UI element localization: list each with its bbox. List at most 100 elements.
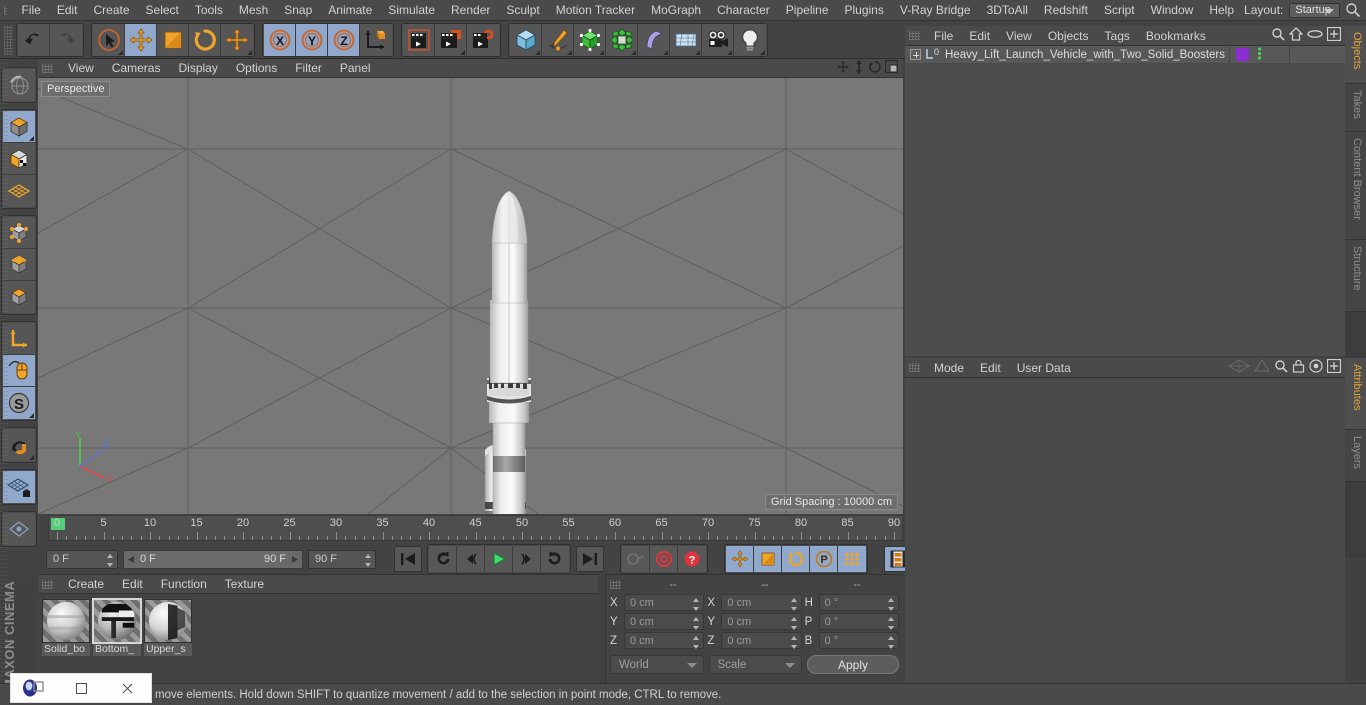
tab-content-browser[interactable]: Content Browser bbox=[1345, 132, 1366, 240]
y-axis-icon[interactable]: Y bbox=[296, 23, 328, 56]
max-frame-field[interactable]: 90 F bbox=[308, 549, 376, 569]
viewport-grip[interactable] bbox=[42, 63, 53, 73]
menu-item-view[interactable]: View bbox=[998, 26, 1040, 46]
material-item[interactable]: Solid_bo bbox=[42, 599, 90, 656]
points-tag-icon[interactable] bbox=[1255, 46, 1264, 63]
menu-item-mode[interactable]: Mode bbox=[926, 358, 972, 378]
material-preview[interactable] bbox=[144, 599, 192, 643]
menu-item-edit[interactable]: Edit bbox=[961, 26, 998, 46]
minimize-icon[interactable] bbox=[58, 673, 105, 703]
object-row[interactable]: 0 Heavy_Lift_Launch_Vehicle_with_Two_Sol… bbox=[905, 46, 1345, 64]
object-manager-grip[interactable] bbox=[909, 31, 920, 40]
preview-range-bar[interactable]: 0 F 90 F bbox=[123, 549, 303, 569]
search-icon[interactable] bbox=[1344, 1, 1362, 19]
key-param-icon[interactable]: P bbox=[810, 546, 838, 572]
menu-item-sculpt[interactable]: Sculpt bbox=[498, 0, 547, 21]
add-icon[interactable] bbox=[1326, 358, 1342, 376]
material-preview[interactable] bbox=[92, 598, 142, 644]
cube-primitive-icon[interactable] bbox=[510, 23, 542, 56]
light-icon[interactable] bbox=[734, 23, 766, 56]
material-grip[interactable] bbox=[42, 579, 53, 589]
move-camera-icon[interactable] bbox=[836, 60, 850, 77]
menu-item-file[interactable]: File bbox=[926, 26, 961, 46]
material-preview[interactable] bbox=[42, 599, 90, 643]
bend-icon[interactable] bbox=[638, 23, 670, 56]
record-icon[interactable] bbox=[650, 546, 678, 572]
maximize-viewport-icon[interactable] bbox=[884, 59, 899, 76]
spinner-icon[interactable] bbox=[693, 617, 700, 630]
menu-item-redshift[interactable]: Redshift bbox=[1036, 0, 1096, 21]
z-axis-icon[interactable]: Z bbox=[328, 23, 360, 56]
timeline-ruler[interactable]: 0 5 10 15 20 25 30 35 40 45 50 55 60 65 70 75 80 85 90 bbox=[48, 515, 903, 541]
key-scale-icon[interactable] bbox=[754, 546, 782, 572]
tab-objects[interactable]: Objects bbox=[1345, 26, 1366, 84]
coord-rotation-field[interactable]: 0 ° bbox=[818, 632, 899, 649]
material-item[interactable]: Upper_s bbox=[144, 599, 192, 656]
deformer-icon[interactable] bbox=[606, 23, 638, 56]
expand-icon[interactable] bbox=[910, 49, 921, 60]
coordinate-mode-select[interactable]: Scale bbox=[708, 655, 802, 674]
coord-rotation-field[interactable]: 0 ° bbox=[818, 613, 899, 630]
prev-key-icon[interactable] bbox=[429, 546, 457, 572]
attribute-manager-grip[interactable] bbox=[909, 363, 920, 372]
fan-icon[interactable] bbox=[1228, 359, 1250, 376]
spinner-icon[interactable] bbox=[365, 553, 372, 567]
coord-rotation-field[interactable]: 0 ° bbox=[818, 594, 899, 611]
spline-pen-icon[interactable] bbox=[542, 23, 574, 56]
menu-item-select[interactable]: Select bbox=[138, 0, 187, 21]
home-icon[interactable] bbox=[1288, 27, 1304, 44]
display-color-tag-icon[interactable] bbox=[1236, 48, 1249, 61]
menu-item-create[interactable]: Create bbox=[59, 575, 113, 594]
environment-icon[interactable] bbox=[670, 23, 702, 56]
coord-size-field[interactable]: 0 cm bbox=[721, 613, 802, 630]
coordinates-grip[interactable] bbox=[610, 580, 621, 589]
autokey-icon[interactable] bbox=[622, 546, 650, 572]
step-back-icon[interactable] bbox=[457, 546, 485, 572]
coord-size-field[interactable]: 0 cm bbox=[721, 632, 802, 649]
tab-layers[interactable]: Layers bbox=[1345, 430, 1366, 482]
menu-item-tags[interactable]: Tags bbox=[1097, 26, 1138, 46]
scale-camera-icon[interactable] bbox=[853, 59, 865, 77]
coord-size-field[interactable]: 0 cm bbox=[721, 594, 802, 611]
render-settings-icon[interactable] bbox=[467, 23, 499, 56]
select-cursor-icon[interactable] bbox=[93, 23, 125, 56]
menu-item-animate[interactable]: Animate bbox=[320, 0, 380, 21]
spinner-icon[interactable] bbox=[887, 636, 895, 649]
menu-item-cameras[interactable]: Cameras bbox=[103, 59, 170, 78]
material-item[interactable]: Bottom_ bbox=[92, 598, 142, 656]
menu-item-texture[interactable]: Texture bbox=[216, 575, 273, 594]
spinner-icon[interactable] bbox=[693, 636, 700, 649]
step-forward-icon[interactable] bbox=[513, 546, 541, 572]
menu-item-v-ray-bridge[interactable]: V-Ray Bridge bbox=[892, 0, 979, 21]
menu-item-filter[interactable]: Filter bbox=[286, 59, 331, 78]
menu-item-user-data[interactable]: User Data bbox=[1009, 358, 1079, 378]
object-tags[interactable] bbox=[1229, 46, 1289, 63]
object-tree[interactable]: 0 Heavy_Lift_Launch_Vehicle_with_Two_Sol… bbox=[905, 46, 1345, 356]
spinner-icon[interactable] bbox=[107, 553, 114, 567]
go-to-end-icon[interactable] bbox=[576, 546, 604, 572]
render-picture-viewer-icon[interactable] bbox=[435, 23, 467, 56]
coord-position-field[interactable]: 0 cm bbox=[624, 613, 705, 630]
undo-icon[interactable] bbox=[18, 23, 50, 56]
menu-item-script[interactable]: Script bbox=[1096, 0, 1143, 21]
menu-item-plugins[interactable]: Plugins bbox=[837, 0, 892, 21]
tab-structure[interactable]: Structure bbox=[1345, 240, 1366, 312]
spinner-icon[interactable] bbox=[790, 598, 798, 611]
menu-item-character[interactable]: Character bbox=[709, 0, 778, 21]
ellipse-icon[interactable] bbox=[1307, 28, 1323, 43]
menu-item-edit[interactable]: Edit bbox=[972, 358, 1009, 378]
world-coord-icon[interactable] bbox=[360, 23, 392, 56]
coord-position-field[interactable]: 0 cm bbox=[624, 594, 705, 611]
layout-select[interactable]: Startup bbox=[1289, 2, 1340, 18]
cone-icon[interactable] bbox=[1254, 359, 1270, 376]
spinner-icon[interactable] bbox=[887, 598, 895, 611]
search-icon[interactable] bbox=[1274, 359, 1288, 376]
menu-item-mograph[interactable]: MoGraph bbox=[643, 0, 709, 21]
menu-item-mesh[interactable]: Mesh bbox=[231, 0, 276, 21]
tab-attributes[interactable]: Attributes bbox=[1345, 358, 1366, 430]
toolbar-grip[interactable] bbox=[4, 24, 13, 55]
target-icon[interactable] bbox=[1309, 359, 1323, 376]
key-position-icon[interactable] bbox=[726, 546, 754, 572]
menu-item-view[interactable]: View bbox=[59, 59, 103, 78]
key-rotation-icon[interactable] bbox=[782, 546, 810, 572]
